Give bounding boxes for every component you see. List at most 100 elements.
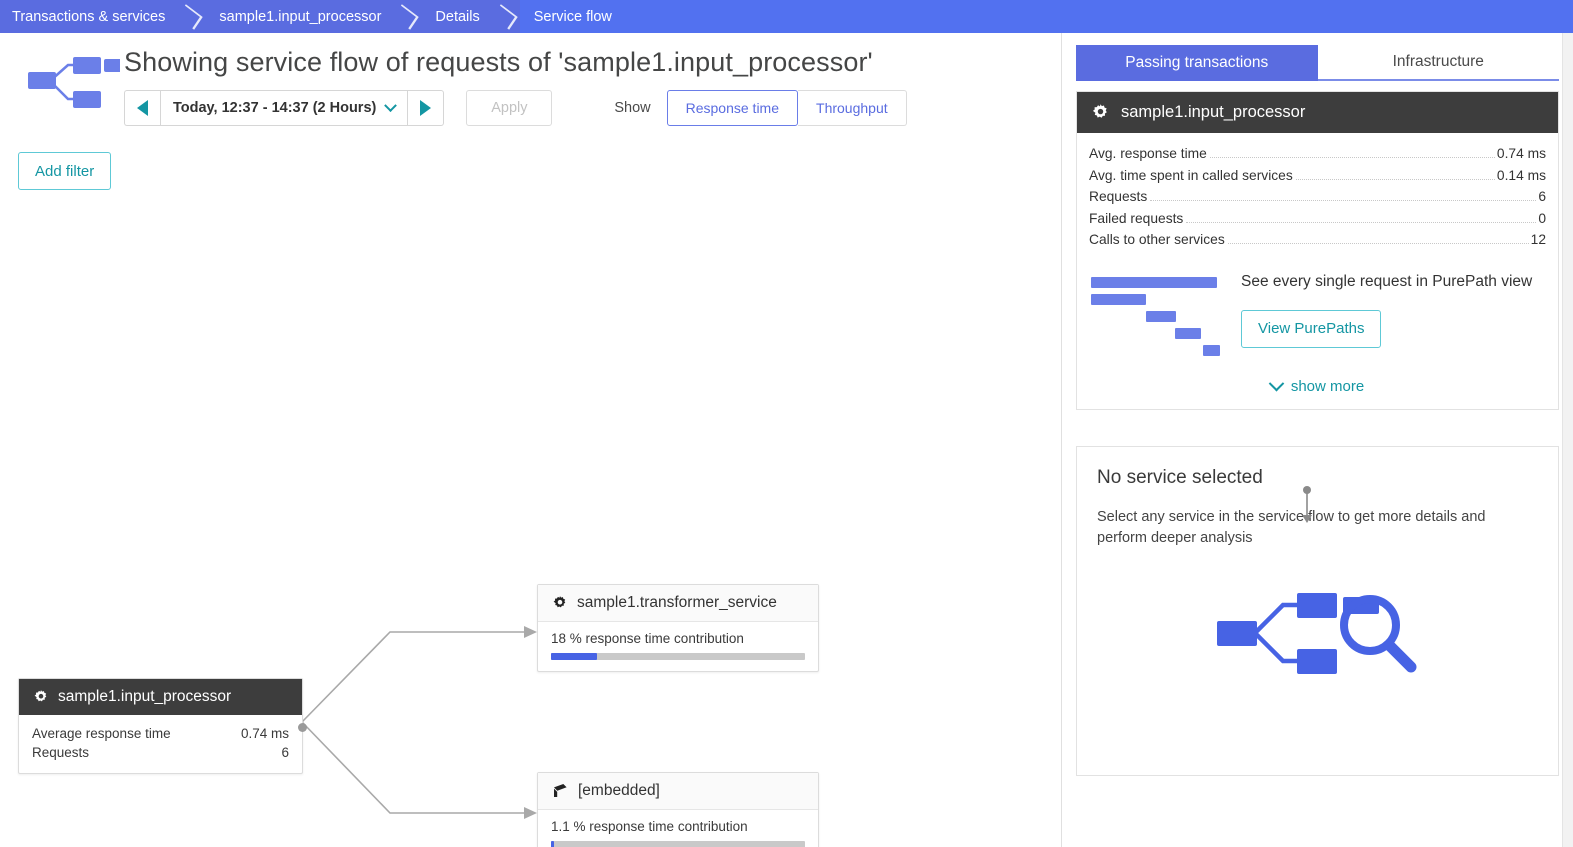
stat-value: 12 [1530,232,1546,247]
metric-response-time-button[interactable]: Response time [666,90,799,126]
contribution-bar-track [551,653,805,660]
gear-icon [34,690,47,702]
breadcrumb: Transactions & services sample1.input_pr… [0,0,1573,33]
timeframe-selector: Today, 12:37 - 14:37 (2 Hours) [124,90,445,126]
embedded-icon [554,784,567,797]
stat-value: 0.14 ms [1496,167,1546,183]
header-body: Showing service flow of requests of 'sam… [124,45,907,126]
stat-label: Failed requests [1089,210,1184,226]
breadcrumb-item-service-flow[interactable]: Service flow [519,0,652,33]
row-value: 6 [281,745,289,760]
panel-tabs: Passing transactions Infrastructure [1076,45,1559,81]
flow-node-title: sample1.transformer_service [577,594,777,611]
purepath-waterfall-icon [1091,271,1221,362]
page-body: Showing service flow of requests of 'sam… [0,33,1573,847]
contribution-bar-fill [551,841,554,847]
show-more-label: show more [1290,377,1365,395]
service-flow-search-icon [1097,575,1538,685]
breadcrumb-item-transactions-services[interactable]: Transactions & services [0,0,180,33]
flow-node-row: Average response time 0.74 ms [32,724,289,743]
gear-icon [1092,104,1107,118]
flow-node-header: sample1.input_processor [19,679,302,715]
flow-node-row: Requests 6 [32,743,289,762]
flow-node-connector-dot [298,723,307,732]
stat-row: Requests 6 [1089,186,1546,208]
flow-node-body: Average response time 0.74 ms Requests 6 [19,715,302,773]
stat-row: Avg. response time 0.74 ms [1089,143,1546,165]
flow-node-embedded[interactable]: [embedded] 1.1 % response time contribut… [537,772,819,847]
page-scrollbar[interactable] [1562,33,1573,847]
flow-node-body: 18 % response time contribution [538,622,818,671]
breadcrumb-separator-icon [493,0,520,33]
flow-node-source[interactable]: sample1.input_processor Average response… [18,678,307,774]
breadcrumb-label: Service flow [533,8,612,25]
service-card-header: sample1.input_processor [1077,92,1558,133]
service-flow-panel: Showing service flow of requests of 'sam… [0,33,1062,847]
row-label: Requests [32,745,90,760]
stat-leader [1295,178,1495,180]
purepath-promo: See every single request in PurePath vie… [1077,255,1558,366]
stat-leader [1150,200,1537,201]
stat-leader [1209,157,1495,158]
stat-value: 0.74 ms [1496,146,1546,161]
add-filter-button[interactable]: Add filter [18,152,112,190]
stat-label: Avg. time spent in called services [1089,167,1293,183]
row-label: Average response time [32,726,171,741]
stat-label: Avg. response time [1089,146,1207,161]
stat-label: Calls to other services [1089,232,1225,247]
breadcrumb-separator-icon [179,0,206,33]
page-title: Showing service flow of requests of 'sam… [124,47,873,77]
purepath-text: See every single request in PurePath vie… [1241,272,1533,290]
tab-infrastructure[interactable]: Infrastructure [1317,45,1559,81]
service-summary-card: sample1.input_processor Avg. response ti… [1076,91,1559,410]
view-purepaths-button[interactable]: View PurePaths [1241,309,1382,348]
triangle-left-icon [137,100,148,116]
metric-throughput-button[interactable]: Throughput [798,90,907,126]
stat-value: 6 [1538,189,1546,204]
stat-leader [1227,243,1529,244]
flow-node-title: sample1.input_processor [58,688,232,705]
tab-label: Infrastructure [1392,53,1484,70]
contribution-label: 18 % response time contribution [551,631,744,646]
service-card-title: sample1.input_processor [1121,103,1306,121]
purepath-text-block: See every single request in PurePath vie… [1241,271,1532,362]
flow-node-header: [embedded] [538,773,818,810]
stat-row: Avg. time spent in called services 0.14 … [1089,165,1546,187]
chevron-down-icon [384,98,398,112]
timeframe-next-button[interactable] [408,90,445,126]
details-panel: Passing transactions Infrastructure samp… [1062,33,1573,847]
toolbar: Today, 12:37 - 14:37 (2 Hours) Apply Sho… [124,90,907,126]
breadcrumb-item-service[interactable]: sample1.input_processor [205,0,396,33]
breadcrumb-label: Transactions & services [12,8,166,25]
breadcrumb-label: sample1.input_processor [219,8,382,25]
timeframe-prev-button[interactable] [124,90,160,126]
gear-icon [553,596,566,608]
show-more-button[interactable]: show more [1077,366,1558,409]
flow-node-transformer-service[interactable]: sample1.transformer_service 18 % respons… [537,584,819,672]
breadcrumb-item-details[interactable]: Details [421,0,494,33]
flow-node-header: sample1.transformer_service [538,585,818,622]
service-flow-icon [16,45,126,126]
service-stats-list: Avg. response time 0.74 ms Avg. time spe… [1077,133,1558,255]
tab-label: Passing transactions [1125,54,1269,71]
timeframe-dropdown[interactable]: Today, 12:37 - 14:37 (2 Hours) [160,90,409,126]
flow-node-body: 1.1 % response time contribution [538,810,818,847]
stat-row: Failed requests 0 [1089,208,1546,230]
contribution-bar-fill [551,653,597,660]
stat-leader [1186,221,1537,223]
metric-toggle-group: Response time Throughput [666,90,907,126]
tab-passing-transactions[interactable]: Passing transactions [1076,45,1318,81]
stat-value: 0 [1538,210,1546,226]
row-value: 0.74 ms [240,726,289,741]
panel-link-arrow-icon [1302,486,1312,523]
flow-node-title: [embedded] [578,782,660,799]
breadcrumb-separator-icon [395,0,422,33]
contribution-label: 1.1 % response time contribution [551,819,748,834]
triangle-right-icon [420,100,432,116]
apply-button[interactable]: Apply [466,90,553,126]
chevron-down-icon [1268,375,1285,391]
timeframe-value: Today, 12:37 - 14:37 (2 Hours) [173,100,377,116]
contribution-bar-track [551,841,805,847]
header: Showing service flow of requests of 'sam… [0,33,1061,126]
breadcrumb-filler [651,0,1573,33]
